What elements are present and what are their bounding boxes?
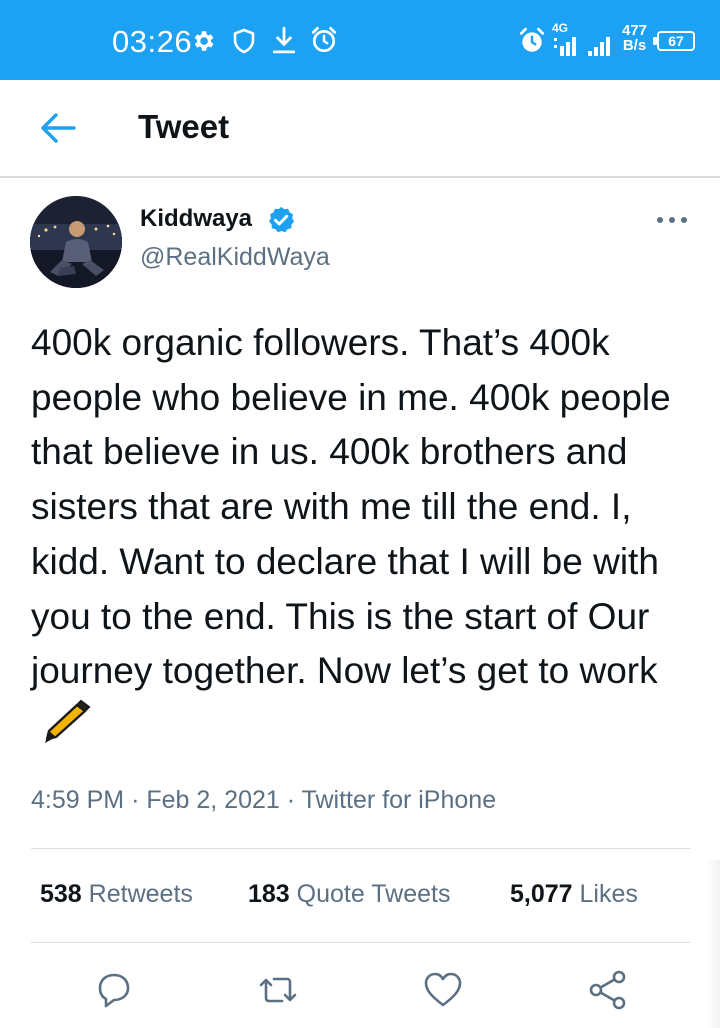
tweet-text: 400k organic followers. That’s 400k peop… xyxy=(31,316,701,755)
reply-icon xyxy=(98,973,130,1008)
tweet-time: 4:59 PM xyxy=(31,786,125,814)
speed-value: 477 xyxy=(622,22,648,39)
avatar[interactable] xyxy=(30,196,122,288)
download-icon xyxy=(272,26,296,54)
alarm-icon xyxy=(311,26,337,53)
like-icon xyxy=(424,972,462,1007)
retweet-icon xyxy=(259,977,297,1003)
quote-tweets-label: Quote Tweets xyxy=(296,880,451,908)
signal-icon xyxy=(588,37,610,56)
verified-badge-icon xyxy=(269,206,295,233)
like-button[interactable] xyxy=(421,968,465,1012)
retweet-button[interactable] xyxy=(256,968,300,1012)
quote-tweets-count: 183 xyxy=(248,880,290,908)
battery-icon: 67 xyxy=(653,31,695,51)
status-bar: 03:26 4G 477 B/s 67 xyxy=(0,0,720,80)
tweet-source[interactable]: Twitter for iPhone xyxy=(302,786,497,814)
signal-4g-icon xyxy=(554,37,576,56)
tweet-stats: 538 Retweets 183 Quote Tweets 5,077 Like… xyxy=(0,872,720,920)
tweet-date: Feb 2, 2021 xyxy=(146,786,280,814)
retweets-count: 538 xyxy=(40,880,82,908)
status-time: 03:26 xyxy=(112,24,193,59)
likes-count: 5,077 xyxy=(510,880,573,908)
share-icon xyxy=(589,970,626,1010)
likes-label: Likes xyxy=(579,880,638,908)
reply-button[interactable] xyxy=(92,968,136,1012)
divider xyxy=(31,848,690,849)
likes-stat[interactable]: 5,077 Likes xyxy=(510,880,638,909)
back-arrow-icon[interactable] xyxy=(38,110,78,146)
retweets-label: Retweets xyxy=(88,880,193,908)
meta-separator: · xyxy=(131,786,140,814)
network-type: 4G xyxy=(552,21,569,35)
tweet-meta: 4:59 PM · Feb 2, 2021 · Twitter for iPho… xyxy=(31,786,496,815)
top-nav: Tweet xyxy=(0,80,720,178)
author-handle[interactable]: @RealKiddWaya xyxy=(140,243,330,272)
pen-icon xyxy=(45,699,91,743)
tweet-body: 400k organic followers. That’s 400k peop… xyxy=(31,322,671,692)
battery-level: 67 xyxy=(668,33,684,49)
more-options-icon[interactable] xyxy=(654,210,690,230)
divider xyxy=(31,942,690,943)
quote-tweets-stat[interactable]: 183 Quote Tweets xyxy=(248,880,450,909)
speed-unit: B/s xyxy=(622,37,647,54)
alarm-icon xyxy=(519,27,545,52)
gear-icon xyxy=(194,31,214,51)
author-name[interactable]: Kiddwaya xyxy=(140,205,252,233)
page-title: Tweet xyxy=(138,108,230,145)
network-speed: 477 B/s xyxy=(622,23,647,53)
meta-separator: · xyxy=(286,786,296,814)
retweets-stat[interactable]: 538 Retweets xyxy=(40,880,193,909)
tweet-actions xyxy=(0,960,720,1020)
share-button[interactable] xyxy=(586,968,630,1012)
shield-icon xyxy=(233,28,255,54)
edge-shadow xyxy=(706,860,720,1028)
